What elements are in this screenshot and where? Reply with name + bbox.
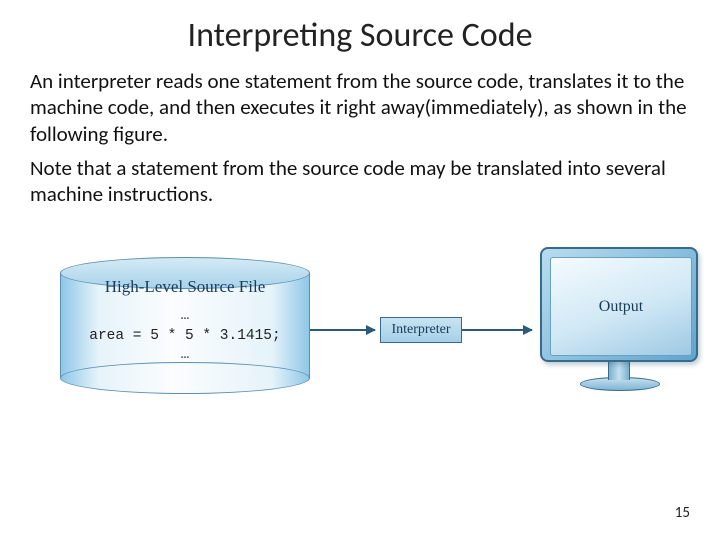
page-number: 15	[675, 504, 690, 522]
output-monitor-icon: Output	[540, 247, 700, 407]
source-file-label: High-Level Source File	[60, 277, 310, 297]
code-ellipsis-bottom: …	[60, 346, 310, 366]
monitor-neck	[608, 362, 630, 380]
paragraph-2: Note that a statement from the source co…	[30, 155, 690, 208]
source-code-sample: … area = 5 * 5 * 3.1415; …	[60, 307, 310, 366]
paragraph-1: An interpreter reads one statement from …	[30, 68, 690, 147]
arrow-to-output-icon	[462, 329, 532, 331]
source-file-cylinder: High-Level Source File … area = 5 * 5 * …	[60, 257, 310, 392]
interpreter-diagram: High-Level Source File … area = 5 * 5 * …	[30, 237, 690, 437]
monitor-bezel: Output	[540, 247, 698, 362]
code-statement: area = 5 * 5 * 3.1415;	[60, 327, 310, 347]
interpreter-box: Interpreter	[380, 317, 462, 343]
cylinder-bottom	[60, 362, 310, 394]
code-ellipsis-top: …	[60, 307, 310, 327]
arrow-to-interpreter-icon	[310, 329, 375, 331]
output-label: Output	[551, 298, 691, 316]
monitor-screen: Output	[550, 257, 692, 356]
slide-title: Interpreting Source Code	[30, 15, 690, 56]
